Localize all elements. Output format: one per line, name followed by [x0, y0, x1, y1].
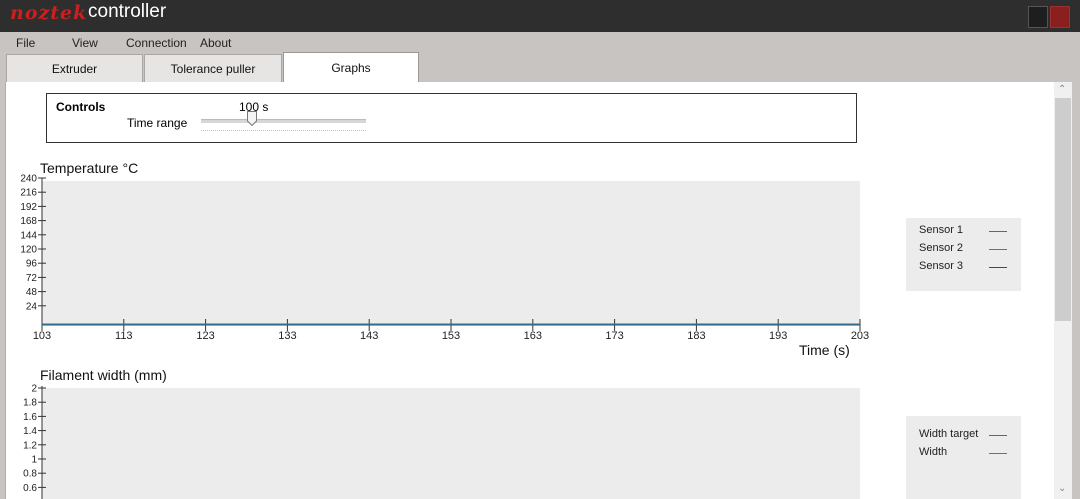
scroll-thumb[interactable] [1055, 98, 1071, 321]
y-tick-label: 1.4 [23, 426, 37, 437]
width-legend: Width target Width [906, 416, 1021, 499]
graphs-panel: Controls Time range 100 s Temperature °C… [5, 82, 1072, 499]
legend-width: Width [919, 446, 948, 458]
close-button[interactable] [1050, 6, 1070, 28]
menu-file[interactable]: File [16, 36, 35, 50]
y-tick-label: 1.6 [23, 412, 37, 423]
y-tick-label: 0.8 [23, 469, 37, 480]
legend-width-target: Width target [919, 428, 979, 440]
title-bar: noztek controller [0, 0, 1080, 32]
menu-connection[interactable]: Connection [126, 36, 187, 50]
y-tick-label: 1.2 [23, 440, 37, 451]
scroll-down-icon[interactable]: ⌄ [1058, 483, 1066, 494]
brand-logo: noztek [10, 2, 88, 24]
y-tick-label: 2 [31, 384, 37, 395]
legend-width-swatch [989, 453, 1007, 454]
y-tick-label: 0.6 [23, 483, 37, 494]
y-tick-label: 1.8 [23, 398, 37, 409]
tab-graphs[interactable]: Graphs [283, 52, 419, 83]
menu-view[interactable]: View [72, 36, 98, 50]
tab-strip: Extruder Tolerance puller Graphs [0, 52, 1080, 83]
minimize-button[interactable] [1028, 6, 1048, 28]
app-title: controller [88, 1, 167, 22]
scroll-up-icon[interactable]: ⌃ [1058, 84, 1066, 95]
tab-extruder[interactable]: Extruder [6, 54, 143, 82]
y-tick-label: 1 [31, 455, 37, 466]
vertical-scrollbar[interactable]: ⌃ ⌄ [1054, 82, 1072, 499]
tab-tolerance-puller[interactable]: Tolerance puller [144, 54, 282, 82]
legend-width-target-swatch [989, 435, 1007, 436]
menu-about[interactable]: About [200, 36, 231, 50]
menu-bar: File View Connection About [0, 32, 1080, 52]
